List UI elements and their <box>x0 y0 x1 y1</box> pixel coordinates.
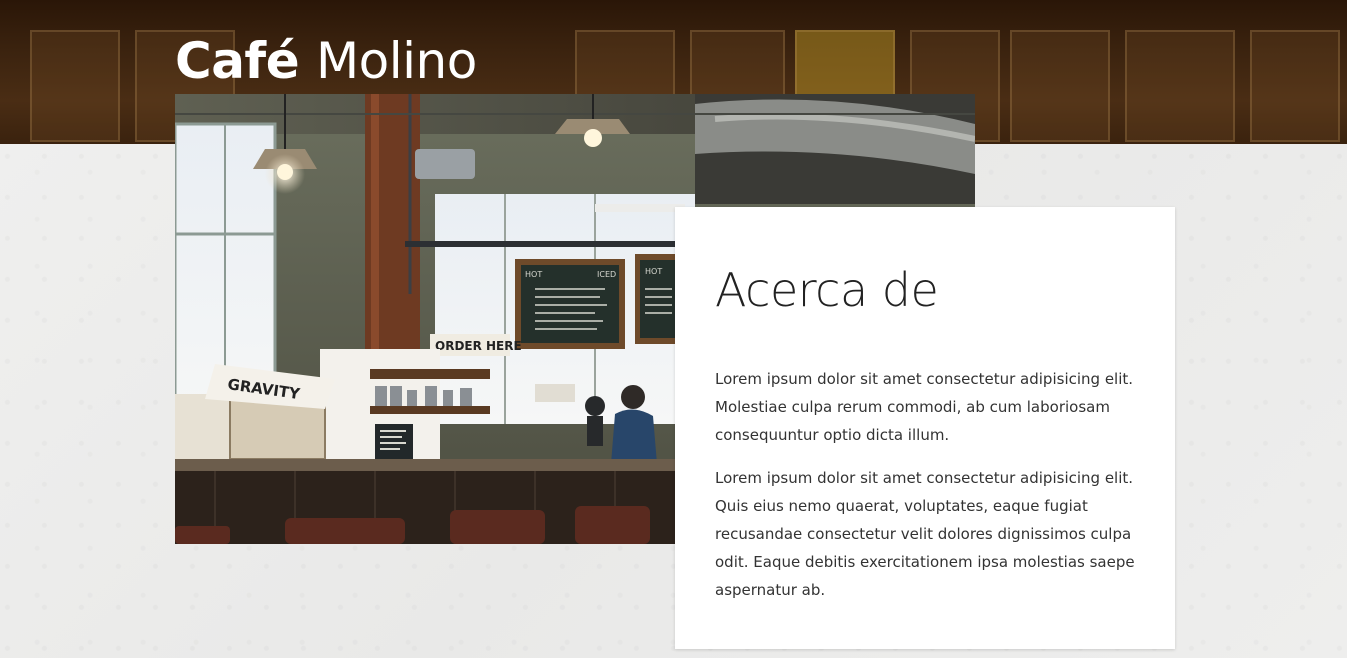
wall-frame <box>1010 30 1110 142</box>
brand-bold: Café <box>175 32 300 90</box>
wall-frame <box>1250 30 1340 142</box>
menu-board-left-sub: ICED <box>597 270 616 279</box>
about-paragraph-1: Lorem ipsum dolor sit amet consectetur a… <box>715 370 1134 444</box>
brand-light: Molino <box>316 32 477 90</box>
about-paragraph-2: Lorem ipsum dolor sit amet consectetur a… <box>715 469 1135 599</box>
about-card: Acerca de Lorem ipsum dolor sit amet con… <box>675 207 1175 649</box>
wall-frame <box>1125 30 1235 142</box>
site-title[interactable]: Café Molino <box>175 30 477 92</box>
order-here-sign: ORDER HERE <box>435 339 522 353</box>
menu-board-right-title: HOT <box>645 267 662 276</box>
wall-frame <box>30 30 120 142</box>
about-heading: Acerca de <box>715 263 939 317</box>
menu-board-left-title: HOT <box>525 270 542 279</box>
